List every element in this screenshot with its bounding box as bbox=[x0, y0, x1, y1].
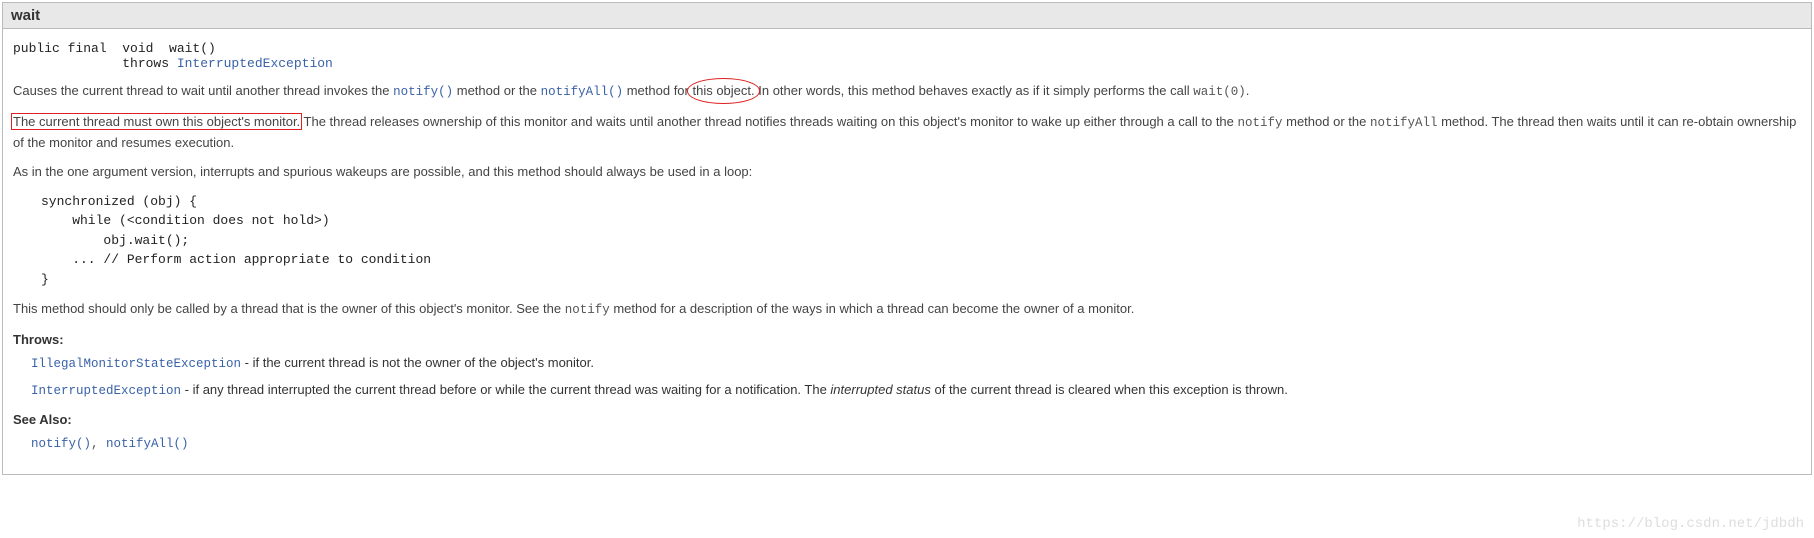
text: Causes the current thread to wait until … bbox=[13, 83, 393, 98]
notifyall-code: notifyAll bbox=[1370, 116, 1438, 130]
method-name: wait bbox=[11, 7, 40, 24]
text: In other words, this method behaves exac… bbox=[755, 83, 1194, 98]
notify-link[interactable]: notify() bbox=[31, 437, 91, 451]
throws-label: Throws: bbox=[13, 332, 1801, 347]
paragraph-4: This method should only be called by a t… bbox=[13, 299, 1801, 320]
seealso-label: See Also: bbox=[13, 412, 1801, 427]
text: . bbox=[1246, 83, 1250, 98]
notifyall-link[interactable]: notifyAll() bbox=[106, 437, 189, 451]
method-signature: public final void wait() throws Interrup… bbox=[13, 41, 1801, 71]
javadoc-panel: wait public final void wait() throws Int… bbox=[2, 2, 1812, 475]
boxed-text: The current thread must own this object'… bbox=[13, 114, 300, 129]
text: The current thread must own this object'… bbox=[13, 114, 300, 129]
text: method for bbox=[623, 83, 692, 98]
text: this object. bbox=[692, 83, 754, 98]
circled-text: this object. bbox=[692, 81, 754, 101]
throws-item: InterruptedException - if any thread int… bbox=[31, 380, 1801, 401]
paragraph-3: As in the one argument version, interrup… bbox=[13, 162, 1801, 182]
notify-link[interactable]: notify() bbox=[393, 85, 453, 99]
code-example: synchronized (obj) { while (<condition d… bbox=[41, 192, 1801, 290]
separator: , bbox=[91, 437, 106, 451]
text: - if any thread interrupted the current … bbox=[181, 382, 830, 397]
wait0-code: wait(0) bbox=[1193, 85, 1246, 99]
text: The thread releases ownership of this mo… bbox=[300, 114, 1237, 129]
text: This method should only be called by a t… bbox=[13, 301, 565, 316]
panel-body: public final void wait() throws Interrup… bbox=[3, 29, 1811, 474]
exception-link[interactable]: InterruptedException bbox=[31, 384, 181, 398]
seealso-item: notify(), notifyAll() bbox=[31, 433, 1801, 454]
text: of the current thread is cleared when th… bbox=[931, 382, 1288, 397]
text: - if the current thread is not the owner… bbox=[241, 355, 594, 370]
text: method for a description of the ways in … bbox=[610, 301, 1135, 316]
throws-item: IllegalMonitorStateException - if the cu… bbox=[31, 353, 1801, 374]
notifyall-link[interactable]: notifyAll() bbox=[541, 85, 624, 99]
exception-link[interactable]: IllegalMonitorStateException bbox=[31, 357, 241, 371]
notify-code: notify bbox=[1238, 116, 1283, 130]
text: method or the bbox=[453, 83, 540, 98]
notify-code: notify bbox=[565, 303, 610, 317]
exception-link[interactable]: InterruptedException bbox=[177, 56, 333, 71]
italic-text: interrupted status bbox=[830, 382, 930, 397]
paragraph-1: Causes the current thread to wait until … bbox=[13, 81, 1801, 102]
watermark: https://blog.csdn.net/jdbdh bbox=[1577, 516, 1804, 532]
text: method or the bbox=[1283, 114, 1370, 129]
panel-header: wait bbox=[3, 3, 1811, 29]
paragraph-2: The current thread must own this object'… bbox=[13, 112, 1801, 152]
